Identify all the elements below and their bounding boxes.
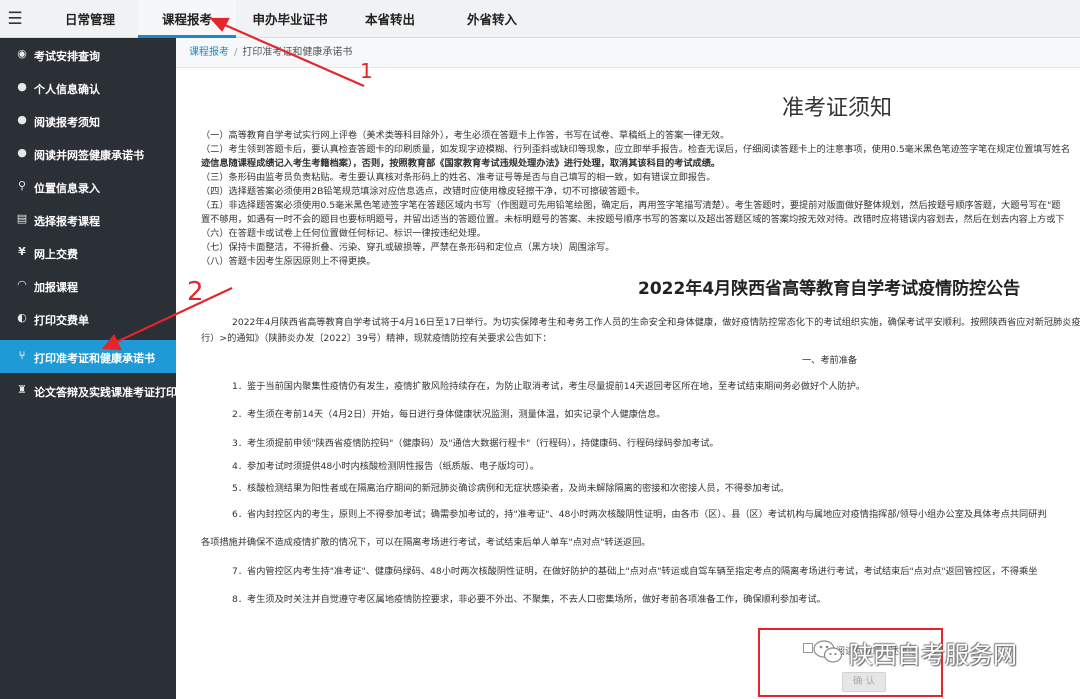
sidebar-item-read-notice[interactable]: ● 阅读报考须知: [0, 104, 176, 137]
notice-rule: （五）非选择题答案必须使用0.5毫米黑色笔迹签字笔在答题区域内书写（作图题可先用…: [201, 200, 1061, 211]
breadcrumb-parent-link[interactable]: 课程报考: [189, 47, 229, 58]
tab-transfer-in[interactable]: 外省转入: [442, 0, 542, 38]
tab-course-registration[interactable]: 课程报考: [138, 0, 236, 38]
sidebar: ◉ 考试安排查询 ● 个人信息确认 ● 阅读报考须知 ● 阅读并网签健康承诺书 …: [0, 38, 177, 699]
announcement-item: 2．考生须在考前14天（4月2日）开始，每日进行身体健康状况监测，测量体温，如实…: [232, 409, 666, 420]
chat-icon: ●: [17, 113, 27, 126]
sidebar-item-health-pledge[interactable]: ● 阅读并网签健康承诺书: [0, 137, 176, 170]
section-heading: 一、考前准备: [802, 355, 858, 366]
sidebar-item-thesis-defense[interactable]: ♜ 论文答辩及实践课准考证打印: [0, 374, 177, 407]
main-content: 准考证须知 （一）高等教育自学考试实行网上评卷（美术类等科目除外），考生必须在答…: [176, 68, 1080, 699]
sidebar-item-label: 考试安排查询: [34, 50, 100, 63]
sidebar-item-print-admission-ticket[interactable]: ⑂ 打印准考证和健康承诺书: [0, 340, 176, 373]
announcement-item: 6．省内封控区内的考生，原则上不得参加考试；确需参加考试的，持"准考证"、48小…: [232, 509, 1047, 520]
announcement-item: 5．核酸检测结果为阳性者或在隔离治疗期间的新冠肺炎确诊病例和无症状感染者，及尚未…: [232, 483, 790, 494]
sidebar-item-label: 个人信息确认: [34, 83, 100, 96]
tab-transfer-out[interactable]: 本省转出: [344, 0, 436, 38]
notice-rule: （一）高等教育自学考试实行网上评卷（美术类等科目除外），考生必须在答题卡上作答，…: [201, 130, 730, 141]
notice-rule: （二）考生领到答题卡后，要认真检查答题卡的印刷质量，如发现字迹模糊、行列歪斜或缺…: [201, 144, 1071, 155]
sidebar-item-add-courses[interactable]: ◠ 加报课程: [0, 269, 176, 302]
sidebar-item-label: 位置信息录入: [34, 182, 100, 195]
top-nav: ☰ 日常管理 课程报考 申办毕业证书 本省转出 外省转入: [0, 0, 1080, 38]
breadcrumb-current: 打印准考证和健康承诺书: [242, 47, 353, 58]
sidebar-item-personal-info[interactable]: ● 个人信息确认: [0, 71, 176, 104]
chat-icon: ●: [17, 146, 27, 159]
gauge-icon: ◠: [17, 278, 27, 291]
sidebar-item-exam-schedule[interactable]: ◉ 考试安排查询: [0, 38, 176, 71]
confirm-button[interactable]: 确 认: [842, 672, 886, 692]
trophy-icon: ♜: [17, 383, 27, 396]
sidebar-item-print-payment[interactable]: ◐ 打印交费单: [0, 302, 176, 335]
sidebar-item-label: 论文答辩及实践课准考证打印: [34, 386, 177, 399]
announcement-item: 3．考生须提前申领"陕西省疫情防控码"（健康码）及"通信大数据行程卡"（行程码）…: [232, 438, 719, 449]
notice-rule: 迹信息随课程成绩记入考生考籍档案），否则，按照教育部《国家教育考试违规处理办法》…: [201, 158, 721, 169]
sidebar-item-label: 打印交费单: [34, 314, 89, 327]
yen-icon: ¥: [18, 245, 26, 258]
notice-rule: （七）保持卡面整洁，不得折叠、污染、穿孔或破损等，严禁在条形码和定位点（黑方块）…: [201, 242, 615, 253]
agree-checkbox[interactable]: [803, 643, 813, 653]
sidebar-item-online-payment[interactable]: ¥ 网上交费: [0, 236, 176, 269]
notice-rule: （四）选择题答案必须使用2B铅笔规范填涂对应信息选点，改错时应使用橡皮轻擦干净，…: [201, 186, 645, 197]
sitemap-icon: ⑂: [18, 349, 26, 362]
eye-icon: ◉: [17, 47, 27, 60]
announcement-title: 2022年4月陕西省高等教育自学考试疫情防控公告: [638, 279, 1021, 299]
announcement-intro: 2022年4月陕西省高等教育自学考试将于4月16日至17日举行。为切实保障考生和…: [232, 317, 1080, 328]
announcement-item: 4．参加考试时须提供48小时内核酸检测阴性报告（纸质版、电子版均可）。: [232, 461, 539, 472]
notice-rule: （八）答题卡因考生原因原则上不得更换。: [201, 256, 376, 267]
sidebar-item-label: 加报课程: [34, 281, 78, 294]
notice-rule: 置不够用，如遇有一时不会的题目也要标明题号，并留出适当的答题位置。未标明题号的答…: [201, 214, 1065, 225]
breadcrumb: 课程报考 / 打印准考证和健康承诺书: [176, 38, 1080, 68]
toggle-icon: ◐: [17, 311, 27, 324]
chat-icon: ●: [17, 80, 27, 93]
sidebar-item-label: 阅读并网签健康承诺书: [34, 149, 144, 162]
notice-rule: （三）条形码由监考员负责粘贴。考生要认真核对条形码上的姓名、准考证号等是否与自己…: [201, 172, 716, 183]
announcement-item: 8．考生须及时关注并自觉遵守考区属地疫情防控要求，非必要不外出、不聚集，不去人口…: [232, 594, 826, 605]
notice-title: 准考证须知: [782, 96, 893, 121]
watermark: 陕西自考服务网: [813, 633, 1073, 673]
sidebar-item-label: 选择报考课程: [34, 215, 100, 228]
tab-graduation-certificate[interactable]: 申办毕业证书: [238, 0, 342, 38]
tab-daily-management[interactable]: 日常管理: [44, 0, 136, 38]
sidebar-item-location-entry[interactable]: ⚲ 位置信息录入: [0, 170, 176, 203]
location-pin-icon: ⚲: [17, 179, 27, 192]
announcement-item: 1．鉴于当前国内聚集性疫情仍有发生，疫情扩散风险持续存在，为防止取消考试，考生尽…: [232, 381, 866, 392]
sidebar-item-label: 网上交费: [34, 248, 78, 261]
hamburger-icon[interactable]: ☰: [0, 0, 30, 38]
announcement-item: 7．省内管控区内考生持"准考证"、健康码绿码、48小时两次核酸阴性证明，在做好防…: [232, 566, 1038, 577]
sidebar-item-select-courses[interactable]: ▤ 选择报考课程: [0, 203, 176, 236]
sidebar-item-label: 打印准考证和健康承诺书: [34, 352, 155, 365]
wechat-icon: [813, 640, 843, 663]
database-icon: ▤: [16, 212, 28, 225]
sidebar-item-label: 阅读报考须知: [34, 116, 100, 129]
breadcrumb-separator: /: [234, 47, 238, 58]
watermark-text: 陕西自考服务网: [849, 641, 1017, 669]
announcement-item: 各项措施并确保不造成疫情扩散的情况下，可以在隔离考场进行考试，考试结束后单人单车…: [201, 537, 651, 548]
announcement-intro: 行）>的通知》（陕肺炎办发〔2022〕39号）精神，现就疫情防控有关要求公告如下…: [201, 333, 552, 344]
notice-rule: （六）在答题卡或试卷上任何位置做任何标记、标识一律按违纪处理。: [201, 228, 486, 239]
